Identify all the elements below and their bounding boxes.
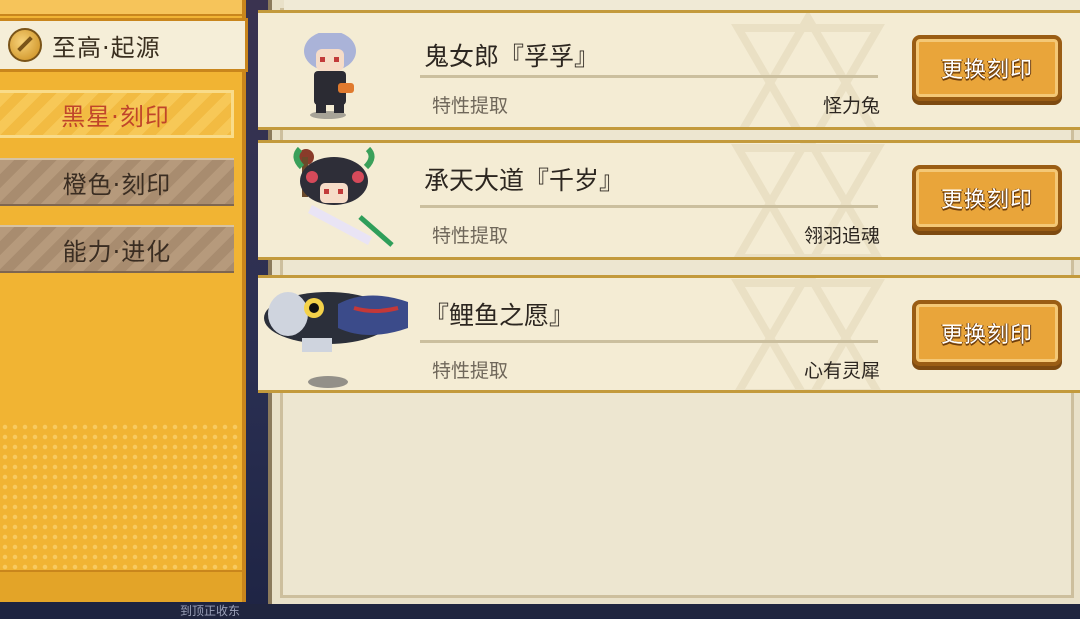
character-name: 承天大道『千岁』 (424, 166, 625, 195)
tab-label: 能力·进化 (62, 237, 172, 266)
card-divider (420, 340, 878, 343)
card-divider (420, 75, 878, 78)
attribute-label: 特性提取 (432, 225, 509, 247)
sidebar-top-cap (0, 0, 242, 16)
sidebar-base (0, 570, 242, 602)
change-imprint-button[interactable]: 更换刻印 (912, 35, 1062, 101)
white-haired-girl-icon (304, 33, 356, 119)
coin-icon (8, 28, 42, 62)
bottom-strip: 到顶正收东 (160, 604, 1080, 618)
tab-ability-evolution[interactable]: 能力·进化 (0, 225, 234, 273)
change-imprint-button[interactable]: 更换刻印 (912, 300, 1062, 366)
tab-label: 黑星·刻印 (61, 102, 170, 131)
sidebar-pattern (0, 422, 242, 572)
tab-supreme-origin[interactable]: 至高·起源 (0, 18, 248, 72)
tab-label: 至高·起源 (52, 33, 161, 62)
attribute-label: 特性提取 (432, 360, 509, 382)
footer-partial-text: 到顶正收东 (180, 604, 241, 618)
tab-black-star-imprint[interactable]: 黑星·刻印 (0, 90, 234, 138)
attribute-label: 特性提取 (432, 95, 509, 117)
imprint-card: 鬼女郎『孚孚』 特性提取 怪力兔 更换刻印 (258, 10, 1080, 130)
koinobori-carp-icon (264, 292, 408, 388)
attribute-value: 怪力兔 (822, 95, 880, 117)
ornate-headdress-girl-icon (293, 147, 394, 247)
card-divider (420, 205, 878, 208)
character-name: 『鲤鱼之愿』 (424, 301, 575, 330)
attribute-value: 心有灵犀 (803, 360, 880, 382)
imprint-card: 『鲤鱼之愿』 特性提取 心有灵犀 更换刻印 (258, 275, 1080, 393)
imprint-card: 承天大道『千岁』 特性提取 翎羽追魂 更换刻印 (258, 140, 1080, 260)
tab-label: 橙色·刻印 (62, 170, 172, 199)
tab-orange-imprint[interactable]: 橙色·刻印 (0, 158, 234, 206)
change-imprint-button[interactable]: 更换刻印 (912, 165, 1062, 231)
character-name: 鬼女郎『孚孚』 (424, 42, 600, 71)
attribute-value: 翎羽追魂 (803, 225, 880, 247)
